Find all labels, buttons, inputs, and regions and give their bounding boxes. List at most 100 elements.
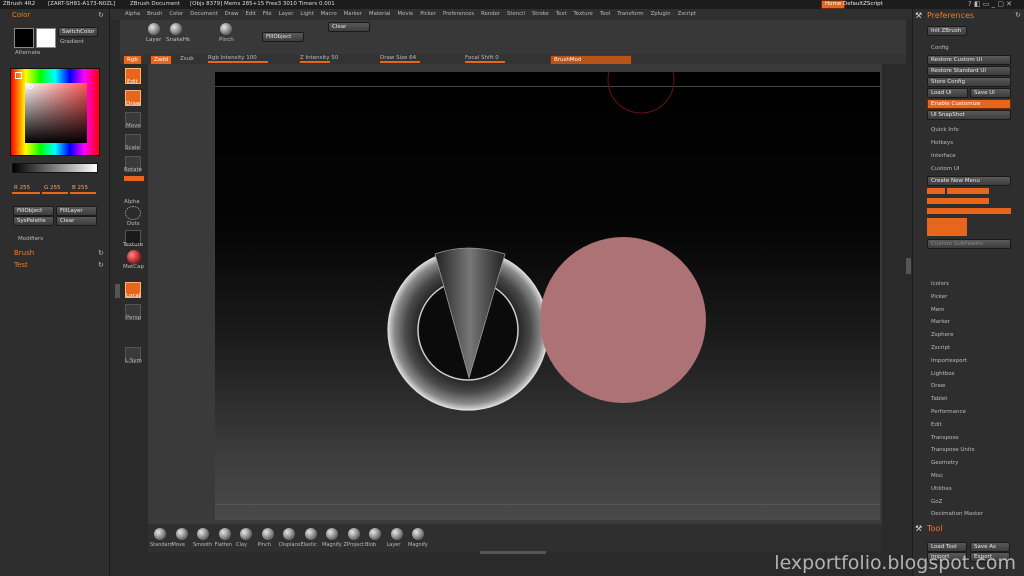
tool-palette-title[interactable]: Tool bbox=[927, 524, 943, 533]
menu-item[interactable]: Stroke bbox=[532, 11, 549, 19]
save-as-button[interactable]: Save As bbox=[970, 542, 1010, 552]
custom-item-1[interactable] bbox=[927, 188, 945, 194]
brush-icon[interactable] bbox=[175, 528, 188, 540]
menu-item[interactable]: File bbox=[263, 11, 272, 19]
document-canvas[interactable] bbox=[215, 72, 880, 520]
menu-item[interactable]: Text bbox=[556, 11, 567, 19]
preference-item[interactable]: Mem bbox=[931, 307, 945, 313]
preference-item[interactable]: Utilities bbox=[931, 486, 952, 492]
color-indicator[interactable] bbox=[124, 176, 144, 181]
preference-item[interactable]: Lightbox bbox=[931, 371, 955, 377]
switchcolor-button[interactable]: SwitchColor bbox=[58, 27, 98, 37]
color-marker[interactable] bbox=[28, 84, 33, 89]
red-slider[interactable]: R 255 bbox=[14, 185, 30, 191]
color-palette-title[interactable]: Color bbox=[12, 11, 30, 19]
menu-item[interactable]: Preferences bbox=[443, 11, 474, 19]
brush-icon[interactable] bbox=[197, 528, 209, 540]
main-color-swatch[interactable] bbox=[14, 28, 34, 48]
interface-item[interactable]: Interface bbox=[931, 153, 956, 159]
window-controls-icon[interactable]: ? ◧ ▭ _ ▢ ✕ bbox=[968, 0, 1012, 8]
menu-item[interactable]: Transform bbox=[617, 11, 643, 19]
ui-snapshot-button[interactable]: UI SnapShot bbox=[927, 110, 1011, 120]
menu-item[interactable]: Movie bbox=[398, 11, 414, 19]
preference-item[interactable]: Picker bbox=[931, 294, 947, 300]
custom-ui-header[interactable]: Custom UI bbox=[931, 166, 959, 172]
menu-item[interactable]: Color bbox=[169, 11, 183, 19]
test-palette-item[interactable]: Test bbox=[14, 261, 28, 269]
zsub-toggle[interactable]: Zsub bbox=[180, 56, 194, 62]
clear-button[interactable]: Clear bbox=[328, 22, 370, 32]
right-scroll-handle[interactable] bbox=[906, 258, 911, 274]
default-script[interactable]: DefaultZScript bbox=[843, 1, 883, 7]
modifiers-label[interactable]: Modifiers bbox=[18, 236, 43, 242]
brush-icon[interactable] bbox=[390, 528, 403, 540]
init-zbrush-button[interactable]: Init ZBrush bbox=[927, 26, 967, 36]
brush-palette-item[interactable]: Brush bbox=[14, 249, 34, 257]
prefs-refresh-icon[interactable]: ↻ bbox=[1015, 11, 1021, 19]
enable-customize-button[interactable]: Enable Customize bbox=[927, 99, 1011, 109]
menu-item[interactable]: Light bbox=[300, 11, 313, 19]
preferences-title[interactable]: Preferences bbox=[927, 11, 974, 20]
home-button[interactable]: Home bbox=[821, 0, 846, 9]
preference-item[interactable]: Transpose bbox=[931, 435, 959, 441]
menu-item[interactable]: Picker bbox=[420, 11, 436, 19]
custom-subpalette-button[interactable]: Custom SubPalette bbox=[927, 239, 1011, 249]
snakehook-brush-icon[interactable] bbox=[170, 23, 182, 35]
preference-item[interactable]: Tablet bbox=[931, 396, 947, 402]
color-sv-square[interactable] bbox=[25, 83, 87, 143]
preference-item[interactable]: Geometry bbox=[931, 460, 958, 466]
brush-icon[interactable] bbox=[240, 528, 252, 540]
fillobject-color-button[interactable]: FillObject bbox=[13, 206, 54, 216]
preference-item[interactable]: Icolors bbox=[931, 281, 949, 287]
menu-item[interactable]: Draw bbox=[225, 11, 239, 19]
brush-icon[interactable] bbox=[261, 528, 274, 540]
menu-item[interactable]: Marker bbox=[344, 11, 362, 19]
store-config-button[interactable]: Store Config bbox=[927, 77, 1011, 87]
preference-item[interactable]: Misc bbox=[931, 473, 943, 479]
preference-item[interactable]: GoZ bbox=[931, 499, 942, 505]
config-header[interactable]: Config bbox=[931, 45, 949, 51]
menu-item[interactable]: Render bbox=[481, 11, 500, 19]
custom-item-4[interactable] bbox=[927, 208, 1011, 214]
menu-item[interactable]: Stencil bbox=[507, 11, 525, 19]
restore-custom-ui-button[interactable]: Restore Custom UI bbox=[927, 55, 1011, 65]
menu-item[interactable]: Alpha bbox=[125, 11, 140, 19]
matcap-icon[interactable] bbox=[127, 250, 141, 264]
menu-item[interactable]: Document bbox=[190, 11, 217, 19]
restore-standard-ui-button[interactable]: Restore Standard UI bbox=[927, 66, 1011, 76]
menu-item[interactable]: Edit bbox=[246, 11, 256, 19]
custom-item-2[interactable] bbox=[947, 188, 989, 194]
filllayer-button[interactable]: FillLayer bbox=[56, 206, 97, 216]
brush-icon[interactable] bbox=[412, 528, 424, 540]
brush-icon[interactable] bbox=[347, 528, 360, 540]
save-ui-button[interactable]: Save Ui bbox=[970, 88, 1011, 98]
preference-item[interactable]: Zscript bbox=[931, 345, 950, 351]
hue-marker[interactable] bbox=[15, 72, 22, 79]
quickinfo-item[interactable]: Quick Info bbox=[931, 127, 959, 133]
menu-item[interactable]: Texture bbox=[574, 11, 593, 19]
secondary-color-swatch[interactable] bbox=[36, 28, 56, 48]
preference-item[interactable]: Draw bbox=[931, 383, 945, 389]
menu-item[interactable]: Zscript bbox=[678, 11, 696, 19]
custom-item-3[interactable] bbox=[927, 198, 989, 204]
pinch-brush-icon[interactable] bbox=[220, 23, 232, 35]
preference-item[interactable]: Edit bbox=[931, 422, 942, 428]
green-slider[interactable]: G 255 bbox=[44, 185, 61, 191]
brush-icon[interactable] bbox=[283, 528, 295, 540]
test-refresh-icon[interactable]: ↻ bbox=[98, 261, 104, 269]
layer-brush-icon[interactable] bbox=[148, 23, 160, 35]
custom-item-5[interactable] bbox=[927, 218, 967, 236]
brush-icon[interactable] bbox=[326, 528, 338, 540]
preference-item[interactable]: Performance bbox=[931, 409, 966, 415]
preference-item[interactable]: Transpose Units bbox=[931, 447, 974, 453]
palette-refresh-icon[interactable]: ↻ bbox=[98, 11, 104, 19]
menu-item[interactable]: Macro bbox=[321, 11, 337, 19]
gradient-toggle[interactable]: Gradient bbox=[60, 39, 84, 45]
preference-item[interactable]: Decimation Master bbox=[931, 511, 983, 517]
hotkeys-item[interactable]: Hotkeys bbox=[931, 140, 953, 146]
alpha-label[interactable]: Alpha bbox=[124, 199, 140, 205]
sphere-mesh[interactable] bbox=[540, 237, 706, 403]
menu-item[interactable]: Tool bbox=[600, 11, 610, 19]
brush-refresh-icon[interactable]: ↻ bbox=[98, 249, 104, 257]
gray-ramp[interactable] bbox=[12, 163, 98, 173]
